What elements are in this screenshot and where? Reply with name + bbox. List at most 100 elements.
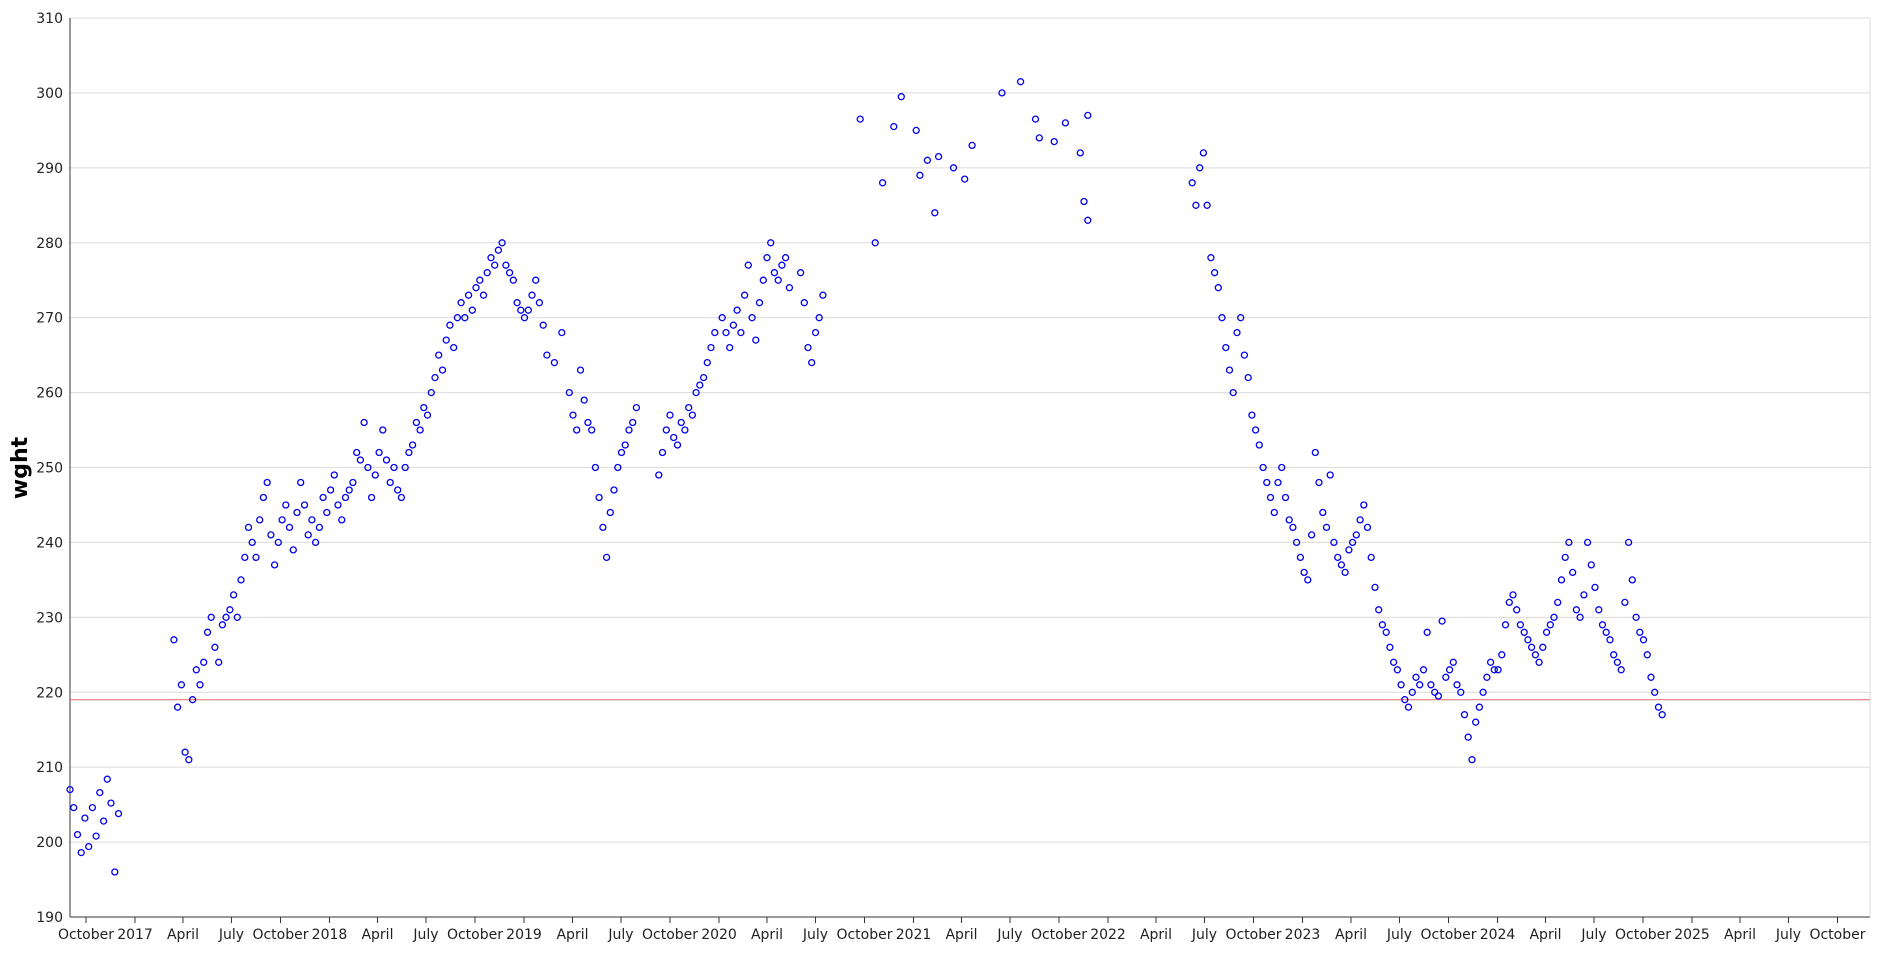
data-point [494,246,503,254]
data-point [1375,606,1383,614]
data-point [1371,583,1379,592]
x-tick-label: April [945,927,977,943]
data-point [77,848,85,857]
data-point [196,681,204,689]
data-point [1222,343,1230,352]
data-point [367,493,376,502]
data-point [1016,78,1025,86]
data-point [1035,134,1043,142]
data-point [1524,636,1532,644]
data-point [569,411,577,419]
data-point [259,493,268,502]
data-point [267,531,275,539]
data-point [81,814,89,822]
x-tick-label: October [1420,927,1476,943]
data-point [1334,553,1342,562]
data-point [200,658,208,666]
data-point [211,643,219,651]
data-point [703,358,711,367]
chart: 190 200 210 220 230 240 250 260 270 280 290 300 310 O… [0,0,1890,956]
data-point [726,343,734,352]
data-point [1352,531,1360,539]
y-tick-label: 190 [36,910,63,926]
data-point [1050,137,1058,146]
data-point [203,628,212,636]
data-point [450,343,458,352]
data-point [326,486,335,494]
data-point [1031,115,1040,123]
data-point [1580,591,1588,599]
data-point [1483,673,1491,681]
data-point [1255,441,1263,449]
y-tick-label: 200 [36,835,63,851]
data-point [1658,711,1666,719]
data-point [103,775,111,783]
data-point [297,478,305,487]
data-point [85,842,93,851]
data-point [1527,643,1536,651]
data-point [114,809,123,818]
data-point [99,817,108,825]
data-point [729,321,738,329]
data-point [1244,373,1252,382]
data-point [1423,628,1431,636]
data-point [685,403,693,412]
data-point [1199,149,1208,157]
data-point [1416,681,1424,689]
data-point [1225,366,1234,374]
data-point [1636,628,1644,636]
data-point [535,299,544,307]
x-tick-label: April [361,927,393,943]
x-tick-label: April [751,927,783,943]
data-point [1360,501,1368,509]
data-point [781,254,790,262]
data-point [1061,119,1070,127]
data-point [435,351,443,359]
data-point [1427,681,1435,689]
data-point [300,501,309,509]
y-tick-label: 290 [36,161,63,177]
data-point [528,291,536,299]
data-point [1617,666,1625,674]
y-tick-label: 230 [36,610,63,626]
data-point [1076,149,1084,157]
data-point [1520,628,1528,636]
data-point [524,306,532,314]
data-point [588,426,596,434]
data-point [1542,628,1551,636]
data-point [241,553,249,562]
axes: 190 200 210 220 230 240 250 260 270 280 290 300 310 O… [36,11,1871,943]
x-tick-label: October [642,927,698,943]
data-point [629,418,637,427]
x-tick-label: April [556,927,588,943]
data-point [73,830,82,839]
data-point [226,606,234,614]
data-point [405,448,413,457]
x-tick-label: July [1580,927,1606,943]
data-point [1468,756,1476,764]
data-point [1535,658,1543,666]
x-tick-label: October [447,927,503,943]
data-point [483,269,491,277]
data-point [1602,628,1610,636]
data-point [558,328,566,337]
data-point [785,284,794,292]
x-tick-label: October [836,927,892,943]
data-point [308,516,316,524]
data-point [856,115,864,123]
data-point [912,126,920,135]
data-point [278,516,286,524]
data-point [1516,621,1525,629]
data-point [371,471,379,479]
data-point [1192,201,1200,209]
x-tick-label: 2023 [1285,927,1321,943]
data-point [550,358,559,367]
data-point [897,93,905,101]
data-point [670,433,678,442]
data-point [1289,523,1297,532]
data-point [464,291,473,299]
data-point [323,508,331,517]
data-point [1434,692,1443,700]
data-point [1445,666,1454,674]
data-point [319,493,327,502]
